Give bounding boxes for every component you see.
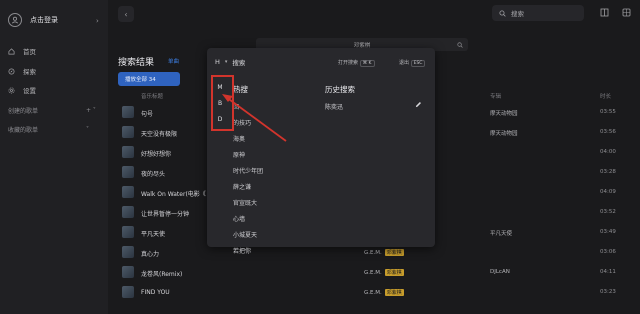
annotation-arrow — [222, 94, 287, 142]
